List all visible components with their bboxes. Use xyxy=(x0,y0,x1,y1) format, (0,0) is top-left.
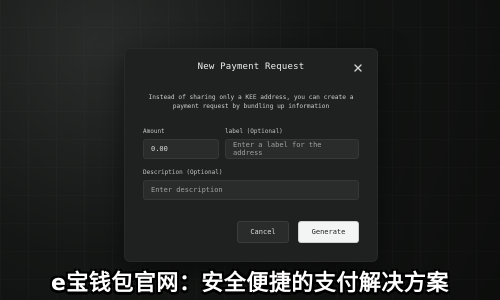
label-field-label: label (Optional) xyxy=(225,128,283,135)
amount-label: Amount xyxy=(143,128,165,135)
modal-title: New Payment Request xyxy=(197,62,305,72)
new-payment-request-modal: New Payment Request Instead of sharing o… xyxy=(124,48,378,262)
modal-description: Instead of sharing only a KEE address, y… xyxy=(148,94,354,110)
description-placeholder: Enter description xyxy=(151,186,223,194)
label-input[interactable]: Enter a label for the address xyxy=(225,139,359,159)
overlay-caption: e宝钱包官网：安全便捷的支付解决方案 xyxy=(51,271,449,296)
description-field-label: Description (Optional) xyxy=(143,169,223,176)
modal-header: New Payment Request xyxy=(125,49,377,85)
close-button[interactable] xyxy=(351,60,365,74)
label-placeholder: Enter a label for the address xyxy=(233,141,322,157)
close-icon xyxy=(353,58,363,77)
amount-value: 0.00 xyxy=(151,145,168,153)
description-input[interactable]: Enter description xyxy=(143,180,359,200)
generate-button[interactable]: Generate xyxy=(298,221,359,243)
cancel-button[interactable]: Cancel xyxy=(237,221,289,243)
amount-input[interactable]: 0.00 xyxy=(143,139,219,159)
